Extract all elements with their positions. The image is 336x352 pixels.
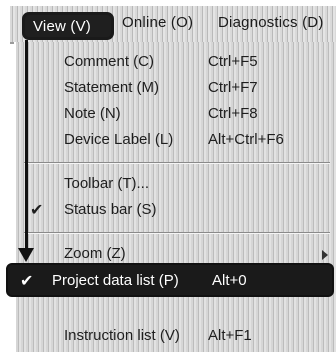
menu-item-label: Device Label (L) (64, 131, 174, 148)
menu-item-project-data-list[interactable]: ✔ Project data list (P) Alt+0 (6, 263, 334, 297)
menu-item-shortcut: Ctrl+F8 (208, 105, 258, 122)
menu-item-shortcut: Alt+0 (212, 272, 247, 289)
menu-separator (24, 232, 330, 234)
callout-arrow-icon (25, 40, 28, 250)
menu-item-instruction-list[interactable]: Instruction list (V) Alt+F1 (16, 324, 336, 350)
menu-item-device-label[interactable]: Device Label (L) Alt+Ctrl+F6 (16, 128, 336, 154)
view-dropdown-menu: Comment (C) Ctrl+F5 Statement (M) Ctrl+F… (14, 42, 336, 352)
menu-item-label: Statement (M) (64, 79, 160, 96)
callout-arrowhead-icon (18, 248, 34, 262)
menu-item-label: Zoom (Z) (64, 245, 126, 262)
menu-item-status-bar[interactable]: ✔ Status bar (S) (16, 198, 336, 224)
menu-view[interactable]: View (V) (22, 12, 114, 40)
menu-item-label: Note (N) (64, 105, 121, 122)
menu-item-label: Comment (C) (64, 53, 155, 70)
menu-item-toolbar[interactable]: Toolbar (T)... (16, 172, 336, 198)
menu-diagnostics[interactable]: Diagnostics (D) (218, 14, 324, 31)
menu-item-label: Toolbar (T)... (64, 175, 150, 192)
menu-item-label: Instruction list (V) (64, 327, 180, 344)
menu-item-note[interactable]: Note (N) Ctrl+F8 (16, 102, 336, 128)
menu-item-shortcut: Alt+Ctrl+F6 (208, 131, 284, 148)
menu-item-label: Status bar (S) (64, 201, 157, 218)
menu-separator (24, 162, 330, 164)
menu-item-shortcut: Alt+F1 (208, 327, 252, 344)
menu-item-shortcut: Ctrl+F7 (208, 79, 258, 96)
menu-item-statement[interactable]: Statement (M) Ctrl+F7 (16, 76, 336, 102)
menu-bar: View (V) Online (O) Diagnostics (D) (10, 6, 336, 44)
menu-item-label: Project data list (P) (52, 272, 179, 289)
menu-item-comment[interactable]: Comment (C) Ctrl+F5 (16, 50, 336, 76)
menu-item-shortcut: Ctrl+F5 (208, 53, 258, 70)
submenu-arrow-icon (322, 250, 328, 260)
menu-online[interactable]: Online (O) (122, 14, 193, 31)
checkmark-icon: ✔ (20, 273, 34, 290)
checkmark-icon: ✔ (30, 202, 44, 219)
